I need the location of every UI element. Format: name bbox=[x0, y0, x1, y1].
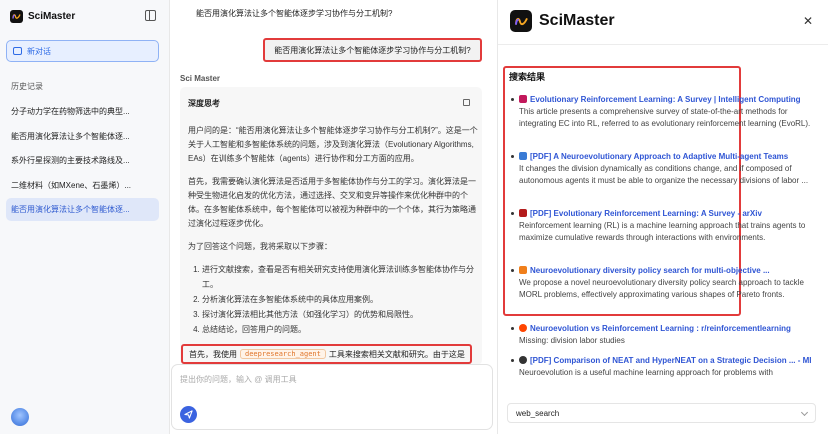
result-desc: This article presents a comprehensive su… bbox=[519, 107, 811, 128]
result-title[interactable]: Neuroevolutionary diversity policy searc… bbox=[530, 265, 770, 276]
step-item: 进行文献搜索，查看是否有相关研究支持使用演化算法训练多智能体协作与分工。 bbox=[202, 262, 478, 292]
step-item: 分析演化算法在多智能体系统中的具体应用案例。 bbox=[202, 292, 478, 307]
new-chat-icon bbox=[13, 47, 22, 55]
deep-thinking-card: 深度思考 用户问的是：“能否用演化算法让多个智能体逐步学习协作与分工机制?”。这… bbox=[180, 87, 482, 365]
history-item[interactable]: 分子动力学在药物筛选中的典型... bbox=[6, 100, 159, 123]
chat-input-placeholder[interactable]: 提出你的问题，输入 @ 调用工具 bbox=[180, 374, 297, 385]
result-title[interactable]: [PDF] A Neuroevolutionary Approach to Ad… bbox=[530, 151, 788, 162]
history-item-active[interactable]: 能否用演化算法让多个智能体逐... bbox=[6, 198, 159, 222]
result-title[interactable]: Evolutionary Reinforcement Learning: A S… bbox=[530, 94, 801, 105]
brand[interactable]: SciMaster bbox=[10, 10, 75, 23]
avatar[interactable] bbox=[11, 408, 29, 426]
brand-name: SciMaster bbox=[28, 11, 76, 22]
mit-favicon-icon bbox=[519, 356, 527, 364]
search-result[interactable]: [PDF] Evolutionary Reinforcement Learnin… bbox=[511, 208, 811, 244]
divider bbox=[498, 44, 828, 45]
pdf-document-favicon-icon bbox=[519, 152, 527, 160]
result-desc: Reinforcement learning (RL) is a machine… bbox=[519, 221, 806, 242]
history-title: 历史记录 bbox=[11, 82, 43, 91]
history-list: 分子动力学在药物筛选中的典型... 能否用演化算法让多个智能体逐... 系外行星… bbox=[6, 100, 159, 223]
user-message-text: 能否用演化算法让多个智能体逐步学习协作与分工机制? bbox=[274, 45, 471, 55]
result-desc: It changes the division dynamically as c… bbox=[519, 164, 809, 185]
send-button[interactable] bbox=[180, 406, 197, 423]
answer-paragraph: 首先，我需要确认演化算法是否适用于多智能体协作与分工的学习。演化算法是一种受生物… bbox=[188, 177, 476, 228]
chevron-down-icon bbox=[800, 408, 809, 417]
search-result[interactable]: Neuroevolution vs Reinforcement Learning… bbox=[511, 323, 811, 347]
arxiv-favicon-icon bbox=[519, 209, 527, 217]
step-item: 探讨演化算法相比其他方法（如强化学习）的优势和局限性。 bbox=[202, 307, 478, 322]
close-icon[interactable]: ✕ bbox=[803, 14, 813, 28]
new-chat-button[interactable]: 新对话 bbox=[6, 40, 159, 62]
search-result[interactable]: Neuroevolutionary diversity policy searc… bbox=[511, 265, 811, 301]
scimaster-logo-icon bbox=[10, 10, 23, 23]
assistant-label: Sci Master bbox=[180, 74, 221, 83]
answer-paragraph: 用户问的是：“能否用演化算法让多个智能体逐步学习协作与分工机制?”。这是一个关于… bbox=[188, 126, 478, 163]
tool-call-prefix: 首先，我使用 bbox=[189, 349, 237, 359]
history-item[interactable]: 二维材料（如MXene、石墨烯）... bbox=[6, 174, 159, 197]
result-title[interactable]: [PDF] Evolutionary Reinforcement Learnin… bbox=[530, 208, 762, 219]
result-desc: Missing: division labor studies bbox=[519, 336, 625, 345]
result-title[interactable]: [PDF] Comparison of NEAT and HyperNEAT o… bbox=[530, 355, 811, 366]
expand-icon[interactable] bbox=[463, 99, 470, 106]
intelligent-computing-favicon-icon bbox=[519, 95, 527, 103]
sidebar-toggle-icon[interactable] bbox=[145, 10, 156, 21]
search-result[interactable]: [PDF] Comparison of NEAT and HyperNEAT o… bbox=[511, 355, 811, 379]
reddit-favicon-icon bbox=[519, 324, 527, 332]
history-item[interactable]: 能否用演化算法让多个智能体逐... bbox=[6, 125, 159, 148]
results-title: 搜索结果 bbox=[509, 72, 546, 82]
tool-call-suffix: 工具来搜索相关文献和研究。由于这是 bbox=[328, 349, 465, 359]
new-chat-label: 新对话 bbox=[27, 46, 51, 56]
elsevier-favicon-icon bbox=[519, 266, 527, 274]
steps-list: 进行文献搜索，查看是否有相关研究支持使用演化算法训练多智能体协作与分工。 分析演… bbox=[188, 262, 478, 337]
answer-paragraph: 为了回答这个问题，我将采取以下步骤： bbox=[188, 242, 332, 251]
panel-brand-name: SciMaster bbox=[539, 12, 615, 29]
tool-select[interactable]: web_search bbox=[507, 403, 816, 423]
sidebar: SciMaster 新对话 历史记录 分子动力学在药物筛选中的典型... 能否用… bbox=[0, 0, 170, 434]
history-item[interactable]: 系外行星探测的主要技术路线及... bbox=[6, 149, 159, 172]
search-result[interactable]: Evolutionary Reinforcement Learning: A S… bbox=[511, 94, 811, 130]
user-message: 能否用演化算法让多个智能体逐步学习协作与分工机制? bbox=[263, 38, 482, 62]
tool-call-line: 首先，我使用 deepresearch_agent 工具来搜索相关文献和研究。由… bbox=[181, 344, 472, 364]
tool-tag[interactable]: deepresearch_agent bbox=[240, 349, 326, 359]
answer-body: 用户问的是：“能否用演化算法让多个智能体逐步学习协作与分工机制?”。这是一个关于… bbox=[188, 124, 478, 337]
result-desc: Neuroevolution is a useful machine learn… bbox=[519, 368, 773, 377]
chat-input-box[interactable]: 提出你的问题，输入 @ 调用工具 bbox=[171, 364, 493, 430]
panel-brand: SciMaster bbox=[510, 10, 615, 32]
send-icon bbox=[184, 410, 193, 419]
result-desc: We propose a novel neuroevolutionary div… bbox=[519, 278, 804, 299]
search-result[interactable]: [PDF] A Neuroevolutionary Approach to Ad… bbox=[511, 151, 811, 187]
step-item: 总结结论，回答用户的问题。 bbox=[202, 322, 478, 337]
deep-thinking-title: 深度思考 bbox=[188, 99, 220, 108]
chat-title: 能否用演化算法让多个智能体逐步学习协作与分工机制? bbox=[196, 9, 393, 18]
tool-select-value: web_search bbox=[516, 408, 560, 418]
scimaster-logo-icon bbox=[510, 10, 532, 32]
result-title[interactable]: Neuroevolution vs Reinforcement Learning… bbox=[530, 323, 791, 334]
